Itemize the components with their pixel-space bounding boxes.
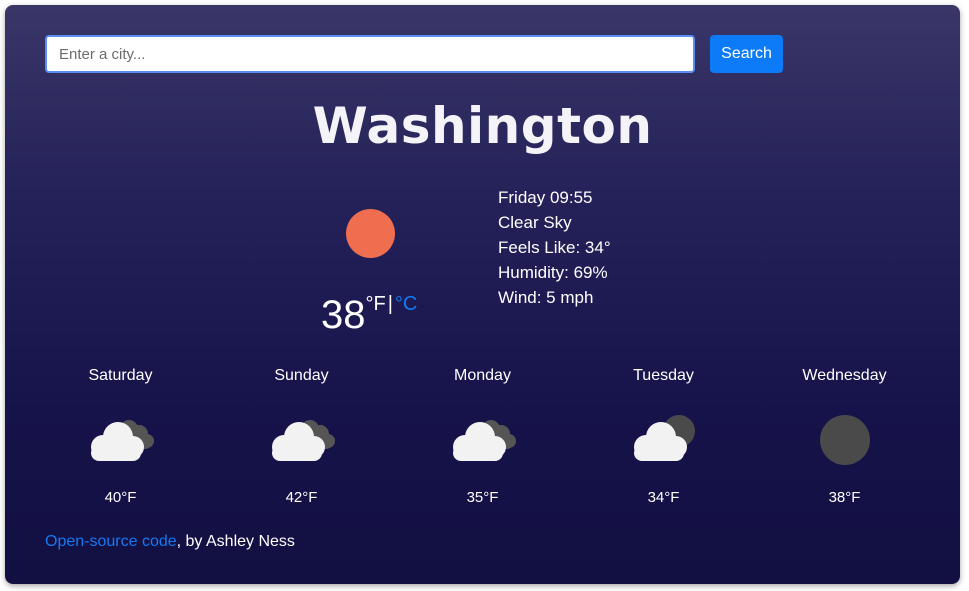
unit-separator: | xyxy=(387,293,393,315)
city-search-input[interactable] xyxy=(45,35,695,73)
forecast-temp: 38°F xyxy=(828,489,861,506)
forecast-temp: 34°F xyxy=(647,489,680,506)
forecast-day-name: Monday xyxy=(454,367,511,384)
forecast: Saturday 40°F Sunday 42°F Monday 35°F Tu… xyxy=(30,365,935,515)
feels-like: Feels Like: 34° xyxy=(498,238,611,257)
search-button[interactable]: Search xyxy=(710,35,783,73)
forecast-day: Wednesday 38°F xyxy=(754,365,935,506)
forecast-day: Sunday 42°F xyxy=(211,365,392,506)
cloudy-icon xyxy=(81,407,161,467)
footer-author: , by Ashley Ness xyxy=(176,533,295,550)
humidity: Humidity: 69% xyxy=(498,263,608,282)
forecast-day: Tuesday 34°F xyxy=(573,365,754,506)
weather-description: Clear Sky xyxy=(498,213,572,232)
celsius-link[interactable]: °C xyxy=(395,293,417,315)
forecast-day-name: Sunday xyxy=(274,367,329,384)
forecast-day-name: Tuesday xyxy=(633,367,694,384)
current-temperature: 38°F | °C xyxy=(321,290,417,340)
fahrenheit-unit: °F xyxy=(365,293,386,315)
partly-cloudy-night-icon xyxy=(624,407,704,467)
cloudy-icon xyxy=(443,407,523,467)
cloudy-icon xyxy=(262,407,342,467)
forecast-day-name: Wednesday xyxy=(802,367,887,384)
moon-icon xyxy=(805,407,885,467)
temperature-value: 38 xyxy=(321,293,366,337)
forecast-temp: 42°F xyxy=(285,489,318,506)
weather-details: Friday 09:55 Clear Sky Feels Like: 34° H… xyxy=(498,185,611,310)
unit-toggle: °F | °C xyxy=(366,292,418,316)
forecast-day: Saturday 40°F xyxy=(30,365,211,506)
open-source-link[interactable]: Open-source code xyxy=(45,533,177,550)
city-title: Washington xyxy=(312,97,653,155)
forecast-temp: 35°F xyxy=(466,489,499,506)
wind-speed: Wind: 5 mph xyxy=(498,288,594,307)
date-time: Friday 09:55 xyxy=(498,188,593,207)
footer: Open-source code, by Ashley Ness xyxy=(45,533,295,551)
weather-card: Search Washington 38°F|°C Friday 09:55 C… xyxy=(5,5,960,584)
forecast-day-name: Saturday xyxy=(88,367,153,384)
forecast-day: Monday 35°F xyxy=(392,365,573,506)
sun-icon xyxy=(346,209,395,258)
forecast-temp: 40°F xyxy=(104,489,137,506)
